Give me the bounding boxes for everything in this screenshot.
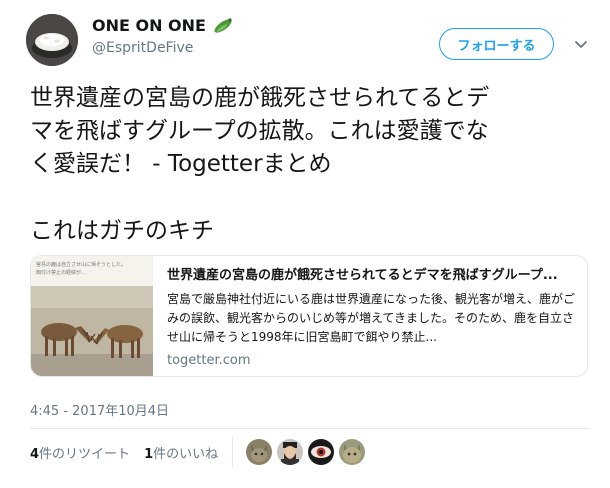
person-avatar-icon [277,439,303,465]
display-name-text: ONE ON ONE [92,16,206,35]
follow-button[interactable]: フォローする [439,28,554,60]
cat-avatar-icon [246,439,272,465]
tweet-line: く愛誤だ！ - Togetterまとめ [30,151,332,177]
deer-photo-image: 宮島の鹿は自立させ山に帰そうとした。 餌付け禁止の経緯が… [31,256,153,376]
chevron-down-icon[interactable] [574,38,588,52]
link-card[interactable]: 宮島の鹿は自立させ山に帰そうとした。 餌付け禁止の経緯が… 世界遺産の宮島の鹿が… [30,255,588,377]
stats-divider [232,437,233,467]
like-stat[interactable]: 1件のいいね [144,443,218,462]
user-handle[interactable]: @EspritDeFive [92,40,193,56]
liker-avatar[interactable] [246,439,272,465]
card-description: 宮島で厳島神社付近にいる鹿は世界遺産になった後、観光客が増え、鹿がごみの誤飲、観… [167,292,575,344]
eye-avatar-icon [308,439,334,465]
divider [30,428,590,429]
card-title[interactable]: 世界遺産の宮島の鹿が餓死させられてるとデマを飛ばすグループ... [167,266,575,286]
thumb-caption-line2: 餌付け禁止の経緯が… [36,269,86,276]
card-body[interactable]: 世界遺産の宮島の鹿が餓死させられてるとデマを飛ばすグループ... 宮島で厳島神社… [153,256,587,376]
display-name[interactable]: ONE ON ONE [92,16,234,35]
retweet-count: 4 [30,447,40,462]
liker-avatars [246,439,365,465]
thumb-caption-line1: 宮島の鹿は自立させ山に帰そうとした。 [36,261,126,268]
avatar[interactable] [26,14,78,66]
rice-bowl-avatar-icon [26,14,78,66]
like-label: 件のいいね [153,447,219,462]
cat-avatar-icon [339,439,365,465]
tweet-timestamp[interactable]: 4:45 - 2017年10月4日 [30,400,169,419]
card-thumbnail: 宮島の鹿は自立させ山に帰そうとした。 餌付け禁止の経緯が… [31,256,153,376]
tweet-line: これはガチのキチ [30,218,214,244]
card-domain: togetter.com [167,353,251,368]
retweet-label: 件のリツイート [39,447,131,462]
tweet-line: 世界遺産の宮島の鹿が餓死させられてるとデ [30,85,490,111]
liker-avatar[interactable] [308,439,334,465]
cucumber-icon [214,17,232,33]
tweet-stats: 4件のリツイート 1件のいいね [30,443,218,462]
retweet-stat[interactable]: 4件のリツイート [30,443,130,462]
tweet-line: マを飛ばすグループの拡散。これは愛護でな [30,118,489,144]
liker-avatar[interactable] [277,439,303,465]
liker-avatar[interactable] [339,439,365,465]
tweet-text: 世界遺産の宮島の鹿が餓死させられてるとデ マを飛ばすグループの拡散。これは愛護で… [30,82,590,248]
like-count: 1 [144,447,154,462]
